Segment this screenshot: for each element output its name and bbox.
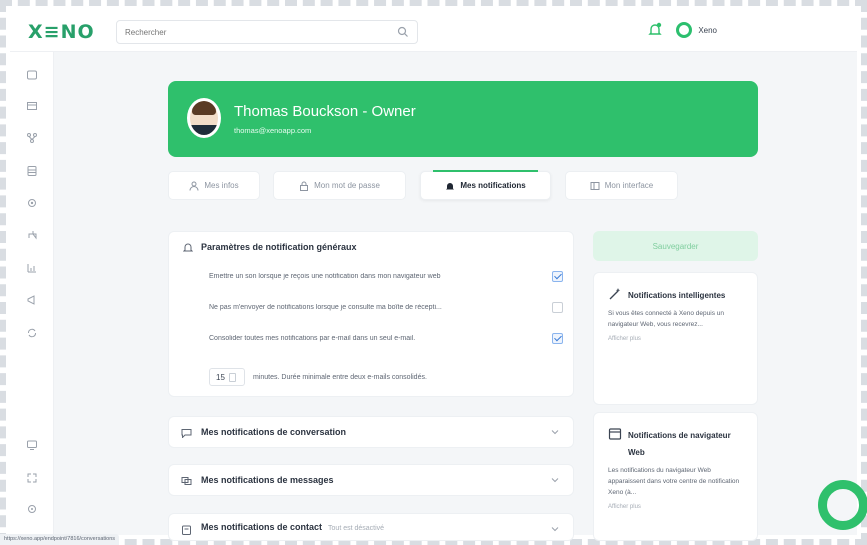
- option-label: Consolider toutes mes notifications par …: [209, 334, 416, 342]
- sidebar-sync-icon[interactable]: [26, 326, 38, 338]
- user-icon: [189, 181, 199, 191]
- sidebar-campaigns-icon[interactable]: [26, 293, 38, 305]
- consolidate-email-checkbox[interactable]: [552, 332, 563, 344]
- tab-mot-de-passe[interactable]: Mon mot de passe: [273, 171, 406, 200]
- avatar: [187, 98, 221, 138]
- section-contact-notifications[interactable]: Mes notifications de contact Tout est dés…: [168, 513, 574, 541]
- option-label: Ne pas m'envoyer de notifications lorsqu…: [209, 303, 442, 311]
- sidebar-monitor-icon[interactable]: [26, 438, 38, 450]
- sidebar-inbox-icon[interactable]: [26, 68, 38, 80]
- tab-label: Mes infos: [204, 181, 239, 190]
- browser-notifications-card: Notifications de navigateur Web Les noti…: [593, 412, 758, 541]
- sidebar-settings-icon[interactable]: [26, 196, 38, 208]
- bell-icon: [446, 182, 455, 189]
- workspace-name: Xeno: [698, 25, 717, 35]
- magic-wand-icon: [609, 288, 621, 300]
- smart-notifications-card: Notifications intelligentes Si vous êtes…: [593, 272, 758, 405]
- contact-card-icon: [182, 525, 191, 535]
- profile-name: Thomas Bouckson - Owner: [234, 103, 416, 120]
- section-conversation-notifications[interactable]: Mes notifications de conversation: [168, 416, 574, 448]
- tab-mes-infos[interactable]: Mes infos: [168, 171, 260, 200]
- tab-mon-interface[interactable]: Mon interface: [565, 171, 678, 200]
- top-right-controls: Xeno: [648, 22, 717, 38]
- card-header: Notifications intelligentes: [608, 287, 743, 304]
- option-row: Ne pas m'envoyer de notifications lorsqu…: [209, 298, 563, 316]
- workspace-switcher[interactable]: Xeno: [676, 22, 717, 38]
- layout-icon: [590, 181, 600, 190]
- option-label: Emettre un son lorsque je reçois une not…: [209, 272, 441, 280]
- section-label: Mes notifications de conversation: [201, 427, 347, 437]
- general-notification-settings: Paramètres de notification généraux Emet…: [168, 231, 574, 397]
- sidebar-analytics-icon[interactable]: [26, 261, 38, 273]
- lock-icon: [300, 181, 309, 191]
- browser-window-icon: [608, 428, 622, 440]
- sidebar-database-icon[interactable]: [26, 164, 38, 176]
- sidebar-contacts-icon[interactable]: [26, 99, 38, 111]
- notification-bell-icon[interactable]: [648, 22, 663, 38]
- show-more-link[interactable]: Afficher plus: [608, 504, 743, 510]
- minutes-description: minutes. Durée minimale entre deux e-mai…: [253, 373, 427, 381]
- search-icon[interactable]: [397, 26, 409, 38]
- mute-while-browsing-checkbox[interactable]: [552, 301, 563, 313]
- chevron-down-icon[interactable]: [551, 477, 559, 483]
- search-input[interactable]: [117, 21, 377, 43]
- option-row: Consolider toutes mes notifications par …: [209, 329, 563, 347]
- sidebar-workflow-icon[interactable]: [26, 131, 38, 143]
- status-bar-url: https://xeno.app/endpoint/7816/conversat…: [0, 534, 119, 545]
- card-title: Notifications de navigateur Web: [628, 431, 731, 457]
- sidebar: [10, 52, 54, 535]
- section-message-notifications[interactable]: Mes notifications de messages: [168, 464, 574, 496]
- sidebar-expand-icon[interactable]: [26, 471, 38, 483]
- sound-notification-checkbox[interactable]: [552, 270, 563, 282]
- profile-header-card: Thomas Bouckson - Owner thomas@xenoapp.c…: [168, 81, 758, 157]
- top-bar: X≡NO Xeno: [10, 10, 857, 52]
- section-label: Mes notifications de contact Tout est dés…: [201, 522, 384, 532]
- minutes-input[interactable]: 15: [209, 368, 245, 386]
- xeno-logo-icon: [676, 22, 693, 38]
- sidebar-integrations-icon[interactable]: [26, 228, 38, 240]
- save-button[interactable]: Sauvegarder: [593, 231, 758, 261]
- tab-label: Mes notifications: [460, 181, 526, 190]
- section-title: Paramètres de notification généraux: [201, 242, 357, 252]
- minutes-row: 15 minutes. Durée minimale entre deux e-…: [209, 368, 427, 386]
- tab-mes-notifications[interactable]: Mes notifications: [420, 170, 551, 200]
- app-logo[interactable]: X≡NO: [28, 21, 95, 43]
- show-more-link[interactable]: Afficher plus: [608, 336, 743, 342]
- card-header: Notifications de navigateur Web: [608, 427, 743, 461]
- profile-email: thomas@xenoapp.com: [234, 126, 312, 135]
- bell-icon: [183, 243, 193, 252]
- minutes-value: 15: [216, 372, 225, 382]
- messages-icon: [181, 477, 192, 485]
- tab-label: Mon interface: [604, 181, 654, 190]
- section-status: Tout est désactivé: [328, 525, 385, 532]
- search-box[interactable]: [116, 20, 418, 44]
- tab-label: Mon mot de passe: [314, 181, 380, 190]
- card-description: Les notifications du navigateur Web appa…: [608, 467, 740, 496]
- chevron-down-icon[interactable]: [551, 526, 559, 532]
- card-title: Notifications intelligentes: [628, 291, 726, 300]
- minutes-stepper[interactable]: [228, 372, 236, 382]
- option-row: Emettre un son lorsque je reçois une not…: [209, 267, 563, 285]
- chevron-down-icon[interactable]: [551, 429, 559, 435]
- card-description: Si vous êtes connecté à Xeno depuis un n…: [608, 310, 724, 328]
- section-label-text: Mes notifications de contact: [201, 522, 323, 532]
- chat-launcher-button[interactable]: [818, 480, 867, 530]
- sidebar-preferences-icon[interactable]: [26, 502, 38, 514]
- section-label: Mes notifications de messages: [201, 475, 334, 485]
- chat-icon: [181, 429, 192, 438]
